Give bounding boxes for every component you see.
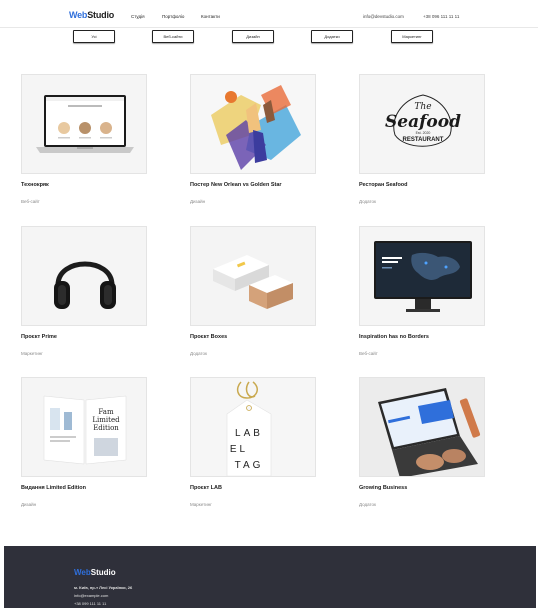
svg-text:Edition: Edition [93,424,119,432]
label-tag-image: LAB EL TAG [190,377,316,477]
card-title[interactable]: Постер New Orlean vs Golden Star [190,182,282,188]
svg-text:Limited: Limited [92,416,120,424]
svg-text:RESTAURANT: RESTAURANT [403,137,444,143]
header-phone-link[interactable]: +38 096 111 11 11 [423,14,459,19]
card-category: Дизайн [190,199,206,204]
card-category: Додаток [190,351,208,356]
magazine-image: Fam Limited Edition [21,377,147,477]
laptop-business-image [359,377,485,477]
card-title[interactable]: Технокряк [21,182,49,188]
portfolio-card[interactable]: Проєкт Boxes Додаток [190,226,316,356]
card-title[interactable]: Видання Limited Edition [21,485,86,491]
monitor-map-image [359,226,485,326]
card-category: Додаток [359,502,377,507]
seafood-logo-image: The Seafood Est. 2020 RESTAURANT [359,74,485,174]
filter-design-button[interactable]: Дизайн [232,30,274,43]
svg-text:EL: EL [230,444,248,455]
site-header: WebStudio Студія Портфоліо Контакти info… [0,0,538,28]
portfolio-card[interactable]: Проєкт Prime Маркетинг [21,226,147,356]
card-category: Додаток [359,199,377,204]
card-title[interactable]: Проєкт LAB [190,485,222,491]
svg-text:TAG: TAG [235,460,264,471]
svg-text:Est. 2020: Est. 2020 [416,131,431,135]
portfolio-card[interactable]: Inspiration has no Borders Веб-сайт [359,226,485,356]
portfolio-card[interactable]: The Seafood Est. 2020 RESTAURANT Рестора… [359,74,485,204]
portfolio-card[interactable]: Технокряк Веб-сайт [21,74,147,204]
footer-email-link[interactable]: info@example.com [74,593,108,598]
footer-phone-link[interactable]: +38 099 111 11 11 [74,601,106,606]
card-title[interactable]: Inspiration has no Borders [359,334,429,340]
card-title[interactable]: Growing Business [359,485,407,491]
card-category: Дизайн [21,502,37,507]
portfolio-filters: Усі Веб-сайти Дизайн Додатки Маркетинг [0,30,538,43]
boxes-image [190,226,316,326]
logo[interactable]: WebStudio [69,10,114,20]
filter-apps-button[interactable]: Додатки [311,30,353,43]
card-category: Маркетинг [21,351,43,356]
card-title[interactable]: Проєкт Prime [21,334,57,340]
portfolio-card[interactable]: Growing Business Додаток [359,377,485,507]
svg-text:The: The [414,102,431,112]
nav-item-studio[interactable]: Студія [131,14,145,19]
filter-all-button[interactable]: Усі [73,30,115,43]
nav-item-portfolio[interactable]: Портфоліо [162,14,184,19]
card-category: Маркетинг [190,502,212,507]
filter-marketing-button[interactable]: Маркетинг [391,30,433,43]
nav-item-contacts[interactable]: Контакти [201,14,220,19]
svg-text:LAB: LAB [235,428,263,439]
card-title[interactable]: Проєкт Boxes [190,334,227,340]
card-category: Веб-сайт [21,199,40,204]
filter-websites-button[interactable]: Веб-сайти [152,30,194,43]
header-email-link[interactable]: info@devstudio.com [363,14,404,19]
svg-text:Fam: Fam [98,408,114,416]
footer-logo[interactable]: WebStudio [74,568,116,577]
portfolio-card[interactable]: LAB EL TAG Проєкт LAB Маркетинг [190,377,316,507]
laptop-website-image [21,74,147,174]
basketball-poster-image [190,74,316,174]
card-category: Веб-сайт [359,351,378,356]
site-footer: WebStudio м. Київ, пр-т Лесі Українки, 2… [4,546,536,608]
portfolio-card[interactable]: Постер New Orlean vs Golden Star Дизайн [190,74,316,204]
card-title[interactable]: Ресторан Seafood [359,182,408,188]
footer-address: м. Київ, пр-т Лесі Українки, 26 [74,585,133,590]
portfolio-card[interactable]: Fam Limited Edition Видання Limited Edit… [21,377,147,507]
headphones-image [21,226,147,326]
svg-text:Seafood: Seafood [385,112,461,132]
